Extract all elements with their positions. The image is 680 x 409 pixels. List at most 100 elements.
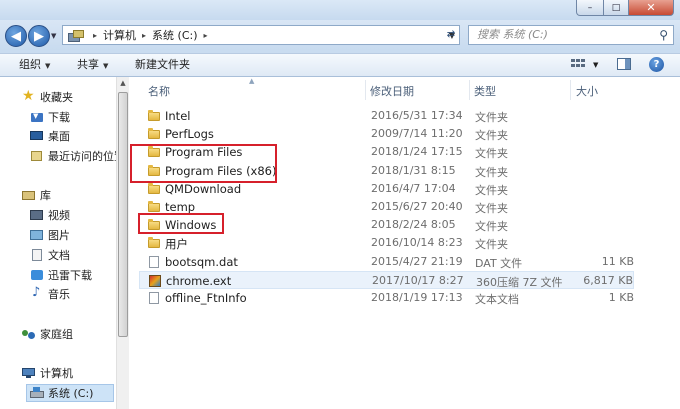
table-row[interactable]: offline_FtnInfo 2018/1/19 17:13 文本文档 1 KB <box>139 289 634 307</box>
breadcrumb-system-c[interactable]: 系统 (C:) <box>152 27 197 43</box>
nav-label: 系统 (C:) <box>48 387 94 400</box>
chevron-down-icon: ▼ <box>103 62 109 70</box>
file-type: 文件夹 <box>475 165 508 179</box>
search-icon[interactable]: ⚲ <box>659 26 668 44</box>
nav-label: 收藏夹 <box>40 91 73 104</box>
table-row[interactable]: bootsqm.dat 2015/4/27 21:19 DAT 文件 11 KB <box>139 253 634 271</box>
recent-pages-dropdown[interactable]: ▼ <box>51 32 56 40</box>
nav-favorites[interactable]: 收藏夹 <box>22 88 73 106</box>
table-row[interactable]: chrome.ext 2017/10/17 8:27 360压缩 7Z 文件 6,81… <box>139 270 634 289</box>
organize-label: 组织 <box>19 58 41 71</box>
preview-pane-icon[interactable] <box>617 58 631 70</box>
nav-computer[interactable]: 计算机 <box>22 364 73 382</box>
arrow-left-icon: ◀ <box>11 28 21 44</box>
help-icon[interactable]: ? <box>649 57 664 72</box>
file-size: 11 KB <box>601 254 634 268</box>
column-divider[interactable] <box>469 80 470 100</box>
scroll-up-icon[interactable]: ▲ <box>117 79 129 87</box>
search-input[interactable]: 搜索 系统 (C:) ⚲ <box>468 25 674 45</box>
file-type: 文件夹 <box>475 202 508 215</box>
refresh-button[interactable]: ⇄ <box>441 25 461 43</box>
column-header-name[interactable]: 名称 <box>148 83 170 99</box>
annotation-highlight-box <box>130 144 277 183</box>
forward-button[interactable]: ▶ <box>28 25 50 47</box>
minimize-button[interactable]: – <box>576 0 604 16</box>
column-header-type[interactable]: 类型 <box>474 83 496 99</box>
file-name: bootsqm.dat <box>165 254 238 269</box>
nav-downloads[interactable]: 下载 <box>30 108 70 126</box>
file-type: 360压缩 7Z 文件 <box>476 275 563 289</box>
file-date: 2016/5/31 17:34 <box>371 109 463 122</box>
computer-icon <box>22 367 36 379</box>
arrow-right-icon: ▶ <box>34 28 44 44</box>
scroll-thumb[interactable] <box>118 92 128 337</box>
nav-libraries[interactable]: 库 <box>22 186 51 204</box>
nav-recent-places[interactable]: 最近访问的位置 <box>30 147 116 165</box>
file-size: 6,817 KB <box>583 273 633 287</box>
nav-label: 最近访问的位置 <box>48 150 116 163</box>
folder-icon <box>148 182 160 194</box>
file-type: 文件夹 <box>475 220 508 234</box>
file-type: 文本文档 <box>475 293 519 306</box>
nav-system-c[interactable]: 系统 (C:) <box>26 384 114 402</box>
file-type: DAT 文件 <box>475 256 523 270</box>
nav-documents[interactable]: 文档 <box>30 246 70 264</box>
breadcrumb-separator-icon[interactable]: ▸ <box>204 31 208 40</box>
chevron-down-icon: ▼ <box>45 62 51 70</box>
new-folder-button[interactable]: 新建文件夹 <box>135 54 190 76</box>
breadcrumb-separator-icon[interactable]: ▸ <box>93 31 97 40</box>
file-size: 1 KB <box>608 291 634 304</box>
nav-scrollbar[interactable]: ▲ <box>116 77 129 409</box>
folder-icon <box>148 237 160 249</box>
file-type: 文件夹 <box>475 129 508 143</box>
pictures-library-icon <box>30 229 44 241</box>
nav-label: 家庭组 <box>40 328 73 341</box>
share-label: 共享 <box>77 58 99 71</box>
nav-pictures[interactable]: 图片 <box>30 226 70 244</box>
column-divider[interactable] <box>365 80 366 100</box>
file-name: Intel <box>165 109 191 123</box>
table-row[interactable]: 用户 2016/10/14 8:23 文件夹 <box>139 234 634 252</box>
breadcrumb-computer[interactable]: 计算机 <box>103 27 136 43</box>
view-options-icon[interactable] <box>571 59 585 71</box>
file-date: 2009/7/14 11:20 <box>371 127 463 141</box>
column-header-size[interactable]: 大小 <box>576 83 598 99</box>
nav-thunder-downloads[interactable]: 迅雷下载 <box>30 266 92 284</box>
file-list: ▲ 名称 修改日期 类型 大小 Intel 2016/5/31 17:34 文件夹 P… <box>129 77 680 409</box>
recent-places-icon <box>30 150 44 162</box>
file-date: 2015/6/27 20:40 <box>371 200 463 213</box>
file-date: 2018/1/31 8:15 <box>371 163 456 177</box>
table-row[interactable]: Intel 2016/5/31 17:34 文件夹 <box>139 107 634 125</box>
navigation-pane: 收藏夹 下载 桌面 最近访问的位置 库 视频 图片 文档 迅雷下载 音乐 家庭组… <box>0 77 116 409</box>
file-date: 2018/1/24 17:15 <box>371 145 463 159</box>
column-divider[interactable] <box>570 80 571 100</box>
maximize-button[interactable]: □ <box>604 0 629 16</box>
share-button[interactable]: 共享 ▼ <box>77 54 108 76</box>
view-dropdown-icon[interactable]: ▼ <box>593 54 598 76</box>
breadcrumb-separator-icon[interactable]: ▸ <box>142 31 146 40</box>
nav-desktop[interactable]: 桌面 <box>30 127 70 145</box>
nav-label: 图片 <box>48 229 70 242</box>
music-library-icon <box>30 285 44 300</box>
desktop-icon <box>30 130 44 142</box>
sort-ascending-icon: ▲ <box>249 77 255 85</box>
file-type: 文件夹 <box>475 111 508 124</box>
nav-homegroup[interactable]: 家庭组 <box>22 325 73 343</box>
nav-label: 下载 <box>48 111 70 124</box>
nav-music[interactable]: 音乐 <box>30 285 70 303</box>
nav-label: 视频 <box>48 209 70 222</box>
close-button[interactable]: ✕ <box>629 0 674 16</box>
table-row[interactable]: PerfLogs 2009/7/14 11:20 文件夹 <box>139 125 634 143</box>
folder-icon <box>148 110 160 121</box>
organize-button[interactable]: 组织 ▼ <box>19 54 50 76</box>
file-name: PerfLogs <box>165 127 214 142</box>
file-type: 文件夹 <box>475 183 508 197</box>
back-button[interactable]: ◀ <box>5 25 27 47</box>
address-bar[interactable]: ▸ 计算机 ▸ 系统 (C:) ▸ ▼ <box>62 25 460 45</box>
nav-label: 库 <box>40 189 51 202</box>
address-row: ◀ ▶ ▼ ▸ 计算机 ▸ 系统 (C:) ▸ ▼ ⇄ 搜索 系统 (C:) ⚲ <box>0 20 680 50</box>
nav-videos[interactable]: 视频 <box>30 206 70 224</box>
file-date: 2016/4/7 17:04 <box>371 181 456 195</box>
file-name: 用户 <box>165 237 188 252</box>
column-header-date[interactable]: 修改日期 <box>370 83 414 99</box>
